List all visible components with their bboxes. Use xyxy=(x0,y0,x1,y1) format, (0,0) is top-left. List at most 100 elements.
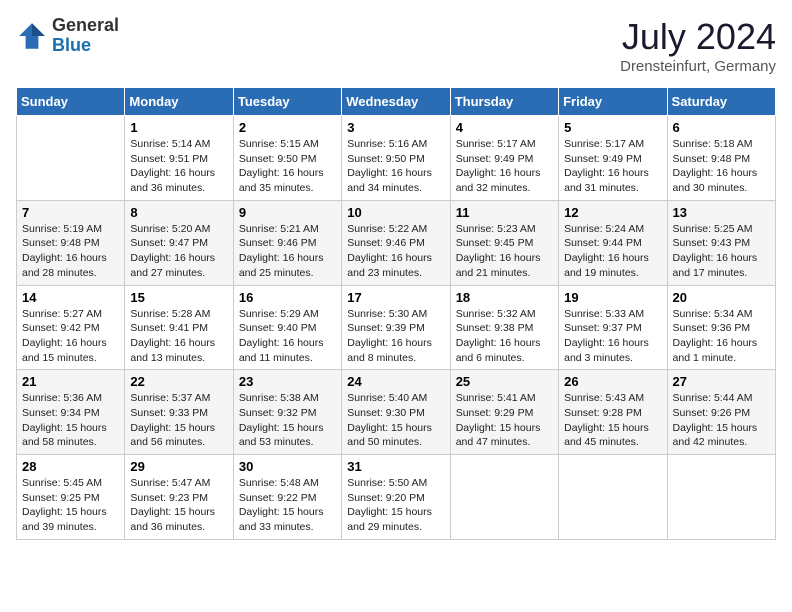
day-info: Sunrise: 5:29 AM Sunset: 9:40 PM Dayligh… xyxy=(239,307,336,366)
calendar-cell: 18 Sunrise: 5:32 AM Sunset: 9:38 PM Dayli… xyxy=(450,285,558,370)
day-number: 18 xyxy=(456,290,553,305)
day-number: 26 xyxy=(564,374,661,389)
logo-icon xyxy=(16,20,48,52)
day-info: Sunrise: 5:21 AM Sunset: 9:46 PM Dayligh… xyxy=(239,222,336,281)
week-row: 1Sunrise: 5:14 AM Sunset: 9:51 PM Daylig… xyxy=(17,116,776,201)
header-day-tuesday: Tuesday xyxy=(233,88,341,116)
day-number: 22 xyxy=(130,374,227,389)
day-number: 20 xyxy=(673,290,770,305)
day-info: Sunrise: 5:17 AM Sunset: 9:49 PM Dayligh… xyxy=(456,137,553,196)
day-info: Sunrise: 5:41 AM Sunset: 9:29 PM Dayligh… xyxy=(456,391,553,450)
day-number: 14 xyxy=(22,290,119,305)
day-info: Sunrise: 5:34 AM Sunset: 9:36 PM Dayligh… xyxy=(673,307,770,366)
day-info: Sunrise: 5:27 AM Sunset: 9:42 PM Dayligh… xyxy=(22,307,119,366)
day-info: Sunrise: 5:22 AM Sunset: 9:46 PM Dayligh… xyxy=(347,222,444,281)
calendar-cell: 25 Sunrise: 5:41 AM Sunset: 9:29 PM Dayli… xyxy=(450,370,558,455)
location: Drensteinfurt, Germany xyxy=(620,58,776,75)
day-number: 7 xyxy=(22,205,119,220)
day-info: Sunrise: 5:28 AM Sunset: 9:41 PM Dayligh… xyxy=(130,307,227,366)
day-number: 13 xyxy=(673,205,770,220)
calendar-cell: 20 Sunrise: 5:34 AM Sunset: 9:36 PM Dayli… xyxy=(667,285,775,370)
logo: General Blue xyxy=(16,16,119,56)
day-number: 5 xyxy=(564,120,661,135)
day-number: 16 xyxy=(239,290,336,305)
day-number: 25 xyxy=(456,374,553,389)
calendar-cell: 9 Sunrise: 5:21 AM Sunset: 9:46 PM Daylig… xyxy=(233,200,341,285)
day-info: Sunrise: 5:33 AM Sunset: 9:37 PM Dayligh… xyxy=(564,307,661,366)
day-number: 30 xyxy=(239,459,336,474)
calendar-cell: 31 Sunrise: 5:50 AM Sunset: 9:20 PM Dayli… xyxy=(342,455,450,540)
day-number: 31 xyxy=(347,459,444,474)
calendar-cell: 3Sunrise: 5:16 AM Sunset: 9:50 PM Daylig… xyxy=(342,116,450,201)
day-number: 10 xyxy=(347,205,444,220)
day-info: Sunrise: 5:32 AM Sunset: 9:38 PM Dayligh… xyxy=(456,307,553,366)
calendar-cell: 6 Sunrise: 5:18 AM Sunset: 9:48 PM Daylig… xyxy=(667,116,775,201)
header-day-wednesday: Wednesday xyxy=(342,88,450,116)
day-number: 15 xyxy=(130,290,227,305)
day-number: 24 xyxy=(347,374,444,389)
calendar-cell: 28 Sunrise: 5:45 AM Sunset: 9:25 PM Dayli… xyxy=(17,455,125,540)
calendar-cell xyxy=(17,116,125,201)
calendar-cell: 24 Sunrise: 5:40 AM Sunset: 9:30 PM Dayli… xyxy=(342,370,450,455)
calendar-cell xyxy=(667,455,775,540)
page-header: General Blue July 2024 Drensteinfurt, Ge… xyxy=(16,16,776,75)
calendar-cell: 16 Sunrise: 5:29 AM Sunset: 9:40 PM Dayli… xyxy=(233,285,341,370)
day-number: 4 xyxy=(456,120,553,135)
header-day-sunday: Sunday xyxy=(17,88,125,116)
day-info: Sunrise: 5:23 AM Sunset: 9:45 PM Dayligh… xyxy=(456,222,553,281)
calendar-cell: 11 Sunrise: 5:23 AM Sunset: 9:45 PM Dayli… xyxy=(450,200,558,285)
day-info: Sunrise: 5:20 AM Sunset: 9:47 PM Dayligh… xyxy=(130,222,227,281)
day-number: 9 xyxy=(239,205,336,220)
day-number: 27 xyxy=(673,374,770,389)
day-number: 17 xyxy=(347,290,444,305)
month-year: July 2024 xyxy=(620,16,776,58)
calendar-cell xyxy=(450,455,558,540)
logo-blue: Blue xyxy=(52,36,119,56)
day-info: Sunrise: 5:37 AM Sunset: 9:33 PM Dayligh… xyxy=(130,391,227,450)
day-number: 21 xyxy=(22,374,119,389)
day-info: Sunrise: 5:30 AM Sunset: 9:39 PM Dayligh… xyxy=(347,307,444,366)
calendar-cell: 15 Sunrise: 5:28 AM Sunset: 9:41 PM Dayli… xyxy=(125,285,233,370)
day-info: Sunrise: 5:40 AM Sunset: 9:30 PM Dayligh… xyxy=(347,391,444,450)
day-info: Sunrise: 5:38 AM Sunset: 9:32 PM Dayligh… xyxy=(239,391,336,450)
day-info: Sunrise: 5:36 AM Sunset: 9:34 PM Dayligh… xyxy=(22,391,119,450)
header-day-friday: Friday xyxy=(559,88,667,116)
calendar-cell: 26Sunrise: 5:43 AM Sunset: 9:28 PM Dayli… xyxy=(559,370,667,455)
calendar-cell: 14 Sunrise: 5:27 AM Sunset: 9:42 PM Dayli… xyxy=(17,285,125,370)
day-info: Sunrise: 5:24 AM Sunset: 9:44 PM Dayligh… xyxy=(564,222,661,281)
calendar-cell: 2Sunrise: 5:15 AM Sunset: 9:50 PM Daylig… xyxy=(233,116,341,201)
calendar-cell: 23 Sunrise: 5:38 AM Sunset: 9:32 PM Dayli… xyxy=(233,370,341,455)
day-number: 23 xyxy=(239,374,336,389)
calendar-body: 1Sunrise: 5:14 AM Sunset: 9:51 PM Daylig… xyxy=(17,116,776,540)
header-day-saturday: Saturday xyxy=(667,88,775,116)
day-info: Sunrise: 5:50 AM Sunset: 9:20 PM Dayligh… xyxy=(347,476,444,535)
day-number: 29 xyxy=(130,459,227,474)
day-info: Sunrise: 5:25 AM Sunset: 9:43 PM Dayligh… xyxy=(673,222,770,281)
day-info: Sunrise: 5:15 AM Sunset: 9:50 PM Dayligh… xyxy=(239,137,336,196)
day-info: Sunrise: 5:45 AM Sunset: 9:25 PM Dayligh… xyxy=(22,476,119,535)
week-row: 7 Sunrise: 5:19 AM Sunset: 9:48 PM Daylig… xyxy=(17,200,776,285)
day-info: Sunrise: 5:19 AM Sunset: 9:48 PM Dayligh… xyxy=(22,222,119,281)
calendar-cell: 5Sunrise: 5:17 AM Sunset: 9:49 PM Daylig… xyxy=(559,116,667,201)
calendar-cell: 4 Sunrise: 5:17 AM Sunset: 9:49 PM Daylig… xyxy=(450,116,558,201)
calendar-cell: 1Sunrise: 5:14 AM Sunset: 9:51 PM Daylig… xyxy=(125,116,233,201)
week-row: 28 Sunrise: 5:45 AM Sunset: 9:25 PM Dayli… xyxy=(17,455,776,540)
day-info: Sunrise: 5:48 AM Sunset: 9:22 PM Dayligh… xyxy=(239,476,336,535)
calendar-cell: 13 Sunrise: 5:25 AM Sunset: 9:43 PM Dayli… xyxy=(667,200,775,285)
calendar-cell: 8 Sunrise: 5:20 AM Sunset: 9:47 PM Daylig… xyxy=(125,200,233,285)
header-row: SundayMondayTuesdayWednesdayThursdayFrid… xyxy=(17,88,776,116)
calendar-cell: 17 Sunrise: 5:30 AM Sunset: 9:39 PM Dayli… xyxy=(342,285,450,370)
day-number: 8 xyxy=(130,205,227,220)
day-number: 19 xyxy=(564,290,661,305)
day-info: Sunrise: 5:18 AM Sunset: 9:48 PM Dayligh… xyxy=(673,137,770,196)
header-day-thursday: Thursday xyxy=(450,88,558,116)
day-info: Sunrise: 5:47 AM Sunset: 9:23 PM Dayligh… xyxy=(130,476,227,535)
calendar-table: SundayMondayTuesdayWednesdayThursdayFrid… xyxy=(16,87,776,540)
title-block: July 2024 Drensteinfurt, Germany xyxy=(620,16,776,75)
calendar-header: SundayMondayTuesdayWednesdayThursdayFrid… xyxy=(17,88,776,116)
week-row: 14 Sunrise: 5:27 AM Sunset: 9:42 PM Dayli… xyxy=(17,285,776,370)
day-number: 28 xyxy=(22,459,119,474)
day-number: 6 xyxy=(673,120,770,135)
day-number: 11 xyxy=(456,205,553,220)
logo-text: General Blue xyxy=(52,16,119,56)
